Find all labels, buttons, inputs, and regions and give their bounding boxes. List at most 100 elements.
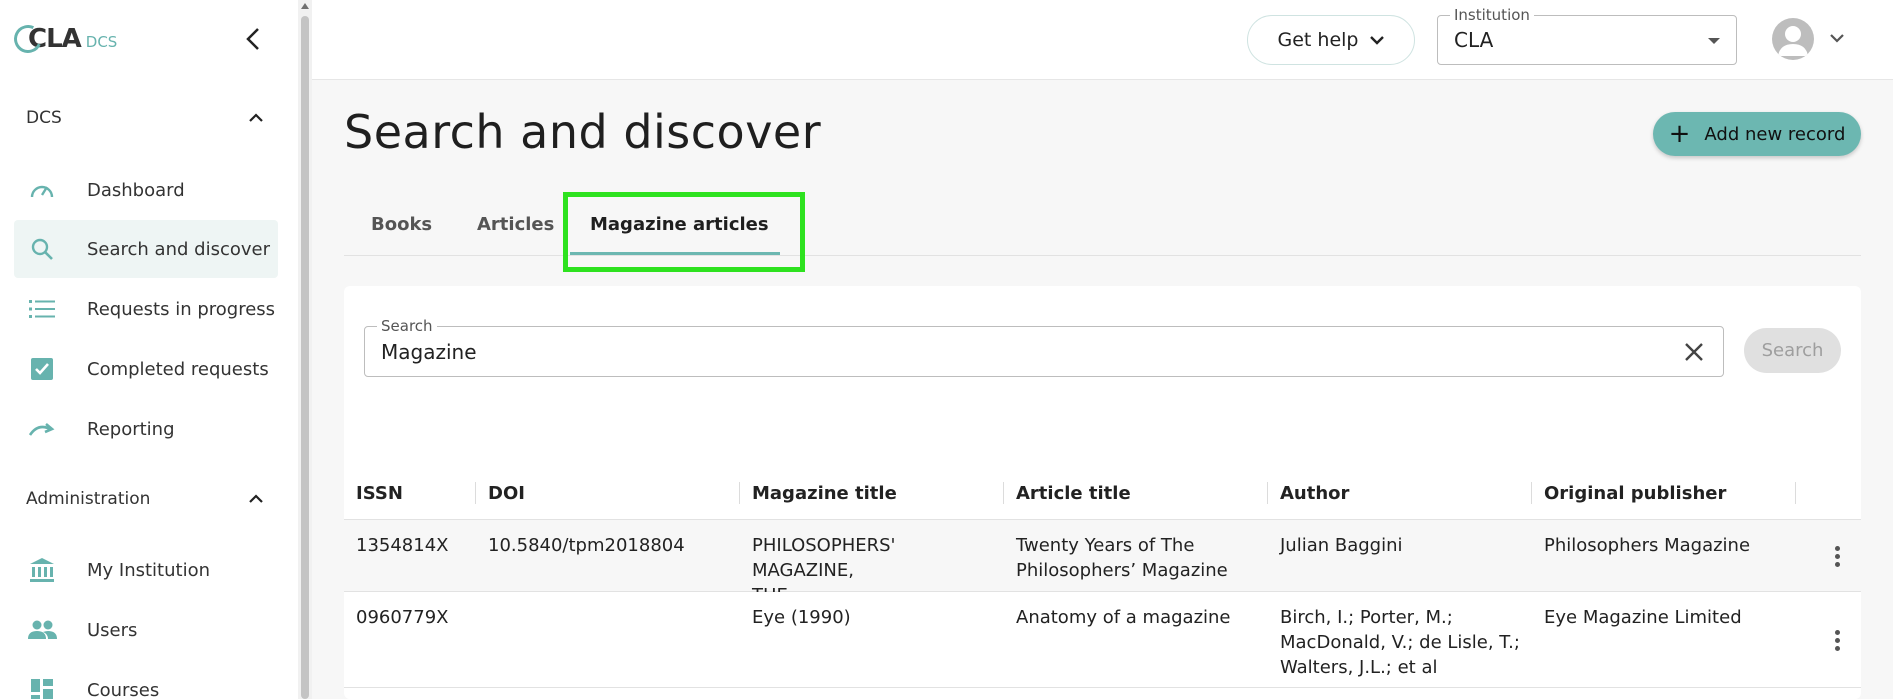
chevron-up-icon [246, 489, 266, 509]
sidebar-item-dashboard[interactable]: Dashboard [14, 161, 278, 219]
row-actions-menu-icon[interactable] [1827, 630, 1847, 651]
column-label: Original publisher [1544, 482, 1727, 504]
column-label: DOI [488, 482, 525, 504]
column-label: Author [1280, 482, 1350, 504]
column-label: ISSN [356, 482, 403, 504]
results-table: ISSN DOI Magazine title Article title Au… [344, 466, 1861, 688]
top-header: Get help Institution CLA [312, 0, 1893, 80]
search-label: Search [377, 317, 437, 335]
sidebar-scrollbar[interactable] [298, 0, 312, 699]
cell-publisher: Philosophers Magazine [1544, 535, 1751, 556]
cell-article-title: Anatomy of a magazine [1004, 605, 1254, 630]
column-label: Magazine title [752, 482, 897, 504]
sidebar-item-label: Search and discover [87, 238, 270, 260]
tab-articles[interactable]: Articles [477, 214, 554, 235]
list-icon [27, 294, 57, 324]
column-label: Article title [1016, 482, 1131, 504]
sidebar-item-requests-in-progress[interactable]: Requests in progress [14, 280, 278, 338]
sidebar-item-search-and-discover[interactable]: Search and discover [14, 220, 278, 278]
checkbox-icon [27, 354, 57, 384]
row-actions-menu-icon[interactable] [1827, 546, 1847, 567]
search-icon [27, 234, 57, 264]
speedometer-icon [27, 175, 57, 205]
section-dcs[interactable]: DCS [26, 108, 266, 128]
section-administration[interactable]: Administration [26, 489, 266, 509]
cell-line: MacDonald, V.; de Lisle, T.; [1280, 632, 1520, 653]
dashboard-grid-icon [27, 675, 57, 699]
sidebar-item-completed-requests[interactable]: Completed requests [14, 340, 278, 398]
scroll-up-arrow-icon[interactable] [301, 3, 309, 9]
cell-author: Julian Baggini [1268, 533, 1518, 558]
cell-issn: 1354814X [356, 535, 449, 556]
cell-line: Twenty Years of The [1016, 535, 1195, 556]
institution-select[interactable]: Institution CLA [1437, 6, 1737, 65]
cell-magazine-title: Eye (1990) [740, 605, 990, 630]
cell-publisher: Eye Magazine Limited [1544, 607, 1742, 628]
caret-down-icon [1708, 38, 1720, 44]
cell-line: Philosophers’ Magazine [1016, 560, 1228, 581]
plus-icon: + [1668, 119, 1691, 149]
cell-line: PHILOSOPHERS' MAGAZINE, [752, 535, 896, 581]
table-row[interactable]: 1354814X 10.5840/tpm2018804 PHILOSOPHERS… [344, 520, 1861, 606]
column-header-issn[interactable]: ISSN [344, 466, 476, 520]
get-help-label: Get help [1277, 29, 1359, 51]
sidebar-item-users[interactable]: Users [14, 601, 278, 659]
sidebar-item-courses[interactable]: Courses [14, 661, 278, 699]
tab-books[interactable]: Books [371, 214, 432, 235]
chevron-up-icon [246, 108, 266, 128]
add-new-record-button[interactable]: + Add new record [1653, 112, 1861, 156]
table-header: ISSN DOI Magazine title Article title Au… [344, 466, 1861, 520]
chevron-left-icon [246, 28, 259, 50]
scroll-thumb[interactable] [301, 16, 309, 699]
cell-line: Birch, I.; Porter, M.; [1280, 607, 1453, 628]
table-row[interactable]: 0960779X Eye (1990) Anatomy of a magazin… [344, 592, 1861, 688]
search-results-card: Search Magazine Search ISSN DOI Magazine… [344, 286, 1861, 699]
sidebar-item-label: Completed requests [87, 358, 269, 380]
cell-line: Walters, J.L.; et al [1280, 657, 1438, 678]
get-help-button[interactable]: Get help [1247, 15, 1415, 65]
cell-author: Birch, I.; Porter, M.; MacDonald, V.; de… [1268, 605, 1528, 680]
cla-logo[interactable]: CLA DCS [10, 21, 118, 57]
cell-article-title: Twenty Years of The Philosophers’ Magazi… [1004, 533, 1254, 583]
sidebar: CLA DCS DCS Dashboard Search and discove… [0, 0, 298, 699]
account-menu-chevron-icon[interactable] [1830, 28, 1844, 47]
sidebar-item-label: Requests in progress [87, 298, 276, 320]
column-header-magazine-title[interactable]: Magazine title [740, 466, 1004, 520]
search-button[interactable]: Search [1744, 328, 1841, 373]
cell-issn: 0960779X [356, 607, 449, 628]
highlight-box [563, 192, 805, 272]
sidebar-item-label: Users [87, 619, 138, 641]
avatar[interactable] [1772, 18, 1814, 60]
sidebar-item-label: My Institution [87, 559, 211, 581]
column-header-doi[interactable]: DOI [476, 466, 740, 520]
section-title: DCS [26, 108, 62, 128]
sidebar-item-label: Dashboard [87, 179, 185, 201]
sidebar-item-reporting[interactable]: Reporting [14, 400, 278, 458]
column-header-author[interactable]: Author [1268, 466, 1532, 520]
collapse-sidebar-button[interactable] [236, 22, 270, 56]
institution-label: Institution [1450, 6, 1534, 24]
cell-line: Julian Baggini [1280, 535, 1403, 556]
people-icon [27, 615, 57, 645]
cell-doi: 10.5840/tpm2018804 [488, 535, 685, 556]
section-title: Administration [26, 489, 151, 509]
search-input[interactable]: Search Magazine [364, 317, 1724, 377]
redo-arrow-icon [27, 414, 57, 444]
column-header-article-title[interactable]: Article title [1004, 466, 1268, 520]
cell-line: Eye (1990) [752, 607, 851, 628]
institution-value: CLA [1454, 28, 1494, 52]
chevron-down-icon [1370, 35, 1385, 45]
logo-sub-text: DCS [85, 33, 118, 51]
sidebar-item-label: Reporting [87, 418, 175, 440]
clear-search-button[interactable] [1681, 339, 1707, 365]
close-icon [1685, 343, 1703, 361]
sidebar-item-my-institution[interactable]: My Institution [14, 541, 278, 599]
column-header-original-publisher[interactable]: Original publisher [1532, 466, 1796, 520]
search-value: Magazine [381, 340, 477, 364]
user-icon [1778, 26, 1808, 56]
cell-line: Anatomy of a magazine [1016, 607, 1231, 628]
sidebar-item-label: Courses [87, 679, 160, 699]
bank-icon [27, 555, 57, 585]
page-title: Search and discover [344, 105, 822, 159]
add-new-record-label: Add new record [1704, 123, 1846, 145]
